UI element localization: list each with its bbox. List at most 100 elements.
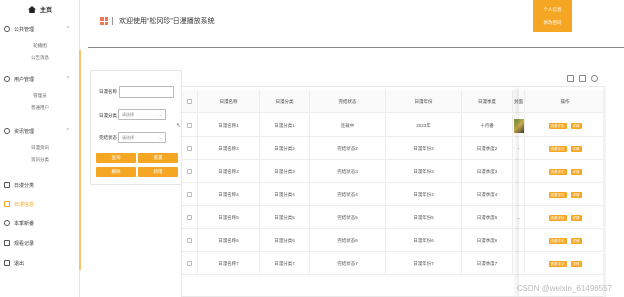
table-row[interactable]: 日漫名称6 日漫分类6 完结状态6 日漫年份6 日漫季度6 查看评论 详情	[182, 229, 605, 252]
cover-cell	[513, 183, 525, 206]
sidebar-scrollbar[interactable]	[79, 50, 81, 270]
sidebar-item-watch-history[interactable]: 观看记录	[4, 238, 75, 248]
home-icon	[27, 5, 36, 13]
view-comments-button[interactable]: 查看评论	[548, 237, 567, 244]
row-checkbox[interactable]	[187, 261, 192, 266]
details-button[interactable]: 详情	[570, 145, 582, 152]
sidebar-item-news-category[interactable]: 资讯分类	[0, 156, 80, 164]
change-password-link[interactable]: 修改密码	[533, 16, 572, 29]
details-button[interactable]: 详情	[570, 122, 582, 129]
column-header[interactable]: 日漫分类	[260, 90, 310, 113]
details-button[interactable]: 详情	[570, 260, 582, 267]
row-checkbox-cell	[182, 252, 198, 275]
column-header[interactable]: 日漫季度	[462, 90, 513, 113]
row-checkbox[interactable]	[187, 192, 192, 197]
table-row[interactable]: 日漫名称5 日漫分类5 完结状态5 日漫年份5 日漫季度5... 查看评论 详情	[182, 206, 605, 229]
row-checkbox[interactable]	[187, 123, 192, 128]
sidebar-item-admin[interactable]: 管理员	[0, 92, 80, 100]
cover-cell: ...	[513, 206, 525, 229]
public-icon	[4, 26, 10, 32]
season-icon	[4, 220, 10, 226]
anime-name-input[interactable]	[119, 86, 174, 98]
cover-cell	[513, 114, 525, 137]
sidebar-item-season-new[interactable]: 本季新番	[4, 218, 75, 228]
reset-button[interactable]: 重置	[138, 153, 178, 163]
query-button[interactable]: 查询	[96, 153, 136, 163]
table-row[interactable]: 日漫名称1 日漫分类1 连载中 2023年 十月番 查看评论 详情	[182, 114, 605, 137]
column-header[interactable]: 日漫年份	[386, 90, 462, 113]
header-divider	[112, 17, 113, 25]
sidebar-item-carousel[interactable]: 轮播图	[0, 42, 80, 50]
column-header[interactable]: 完结状态	[310, 90, 386, 113]
table-cell: 日漫名称4	[198, 183, 260, 206]
column-header: 操作	[525, 90, 605, 113]
table-cell: 日漫年份3	[386, 160, 462, 183]
table-cell: 完结状态5	[310, 206, 386, 229]
row-actions: 查看评论 详情	[548, 260, 582, 267]
sidebar-item-anime-news[interactable]: 日漫资讯	[0, 144, 80, 152]
add-button[interactable]: 新增	[138, 167, 178, 177]
row-actions: 查看评论 详情	[548, 237, 582, 244]
table-cell: 完结状态2	[310, 137, 386, 160]
table-row[interactable]: 日漫名称4 日漫分类4 完结状态4 日漫年份4 日漫季度4 查看评论 详情	[182, 183, 605, 206]
category-select[interactable]: 请选择 ⌄	[118, 109, 166, 120]
sidebar-item-normal-users[interactable]: 普通用户	[0, 104, 80, 112]
table-row[interactable]: 日漫名称3 日漫分类3 完结状态3 日漫年份3 日漫季度3 查看评论 详情	[182, 160, 605, 183]
cover-cell: -	[513, 137, 525, 160]
row-checkbox[interactable]	[187, 169, 192, 174]
row-checkbox[interactable]	[187, 215, 192, 220]
logout-icon	[4, 260, 10, 266]
row-checkbox-cell	[182, 160, 198, 183]
sidebar-home[interactable]: 主页	[0, 0, 80, 18]
logo-icon	[100, 17, 108, 25]
table-cell: 日漫名称1	[198, 114, 260, 137]
view-comments-button[interactable]: 查看评论	[548, 260, 567, 267]
table-cell: 十月番	[462, 114, 513, 137]
table-scrollbar[interactable]	[603, 86, 606, 297]
row-checkbox[interactable]	[187, 146, 192, 151]
sidebar-item-anime-category[interactable]: 日漫分类	[4, 180, 75, 190]
view-comments-button[interactable]: 查看评论	[548, 145, 567, 152]
personal-info-link[interactable]: 个人信息	[533, 3, 572, 16]
row-checkbox-cell	[182, 183, 198, 206]
sidebar-item-announcement[interactable]: 公告消息	[0, 54, 80, 62]
table-cell: 日漫名称2	[198, 137, 260, 160]
column-header[interactable]: 日漫名称	[198, 90, 260, 113]
view-comments-button[interactable]: 查看评论	[548, 168, 567, 175]
filter-icon[interactable]	[567, 75, 574, 82]
row-checkbox-cell	[182, 206, 198, 229]
view-comments-button[interactable]: 查看评论	[548, 191, 567, 198]
sidebar-group-users[interactable]: 用户管理 ^	[4, 74, 75, 84]
sidebar-item-label: 日漫信息	[14, 201, 35, 208]
status-select-value: 请选择	[122, 135, 134, 140]
sidebar-group-news[interactable]: 资讯管理 ^	[4, 126, 75, 136]
table-row[interactable]: 日漫名称2 日漫分类2 完结状态2 日漫年份2 日漫季度2- 查看评论 详情	[182, 137, 605, 160]
view-comments-button[interactable]: 查看评论	[548, 214, 567, 221]
row-checkbox-cell	[182, 229, 198, 252]
user-menu: 个人信息 修改密码	[533, 0, 572, 32]
select-all-checkbox[interactable]	[187, 99, 192, 104]
table-cell: 日漫名称7	[198, 252, 260, 275]
actions-cell: 查看评论 详情	[525, 252, 605, 275]
view-comments-button[interactable]: 查看评论	[548, 122, 567, 129]
chevron-up-icon: ^	[66, 26, 69, 32]
details-button[interactable]: 详情	[570, 214, 582, 221]
sidebar-item-label: 退出	[14, 260, 25, 267]
category-label: 日漫分类	[99, 113, 117, 118]
table-cell: 日漫季度2	[462, 137, 513, 160]
sidebar-item-logout[interactable]: 退出	[4, 258, 75, 268]
details-button[interactable]: 详情	[570, 168, 582, 175]
table-cell: 日漫年份2	[386, 137, 462, 160]
table-row[interactable]: 日漫名称7 日漫分类7 完结状态7 日漫年份7 日漫季度7 查看评论 详情	[182, 252, 605, 275]
sidebar-item-anime-info[interactable]: 日漫信息	[4, 199, 75, 209]
row-checkbox[interactable]	[187, 238, 192, 243]
print-icon[interactable]	[579, 75, 586, 82]
sidebar-group-public[interactable]: 公共管理 ^	[4, 24, 75, 34]
delete-button[interactable]: 删除	[96, 167, 136, 177]
details-button[interactable]: 详情	[570, 191, 582, 198]
details-button[interactable]: 详情	[570, 237, 582, 244]
table-cell: 日漫季度7	[462, 252, 513, 275]
status-select[interactable]: 请选择 ⌄	[118, 132, 166, 143]
column-header[interactable]: 封面	[513, 90, 525, 113]
export-icon[interactable]	[591, 75, 598, 82]
